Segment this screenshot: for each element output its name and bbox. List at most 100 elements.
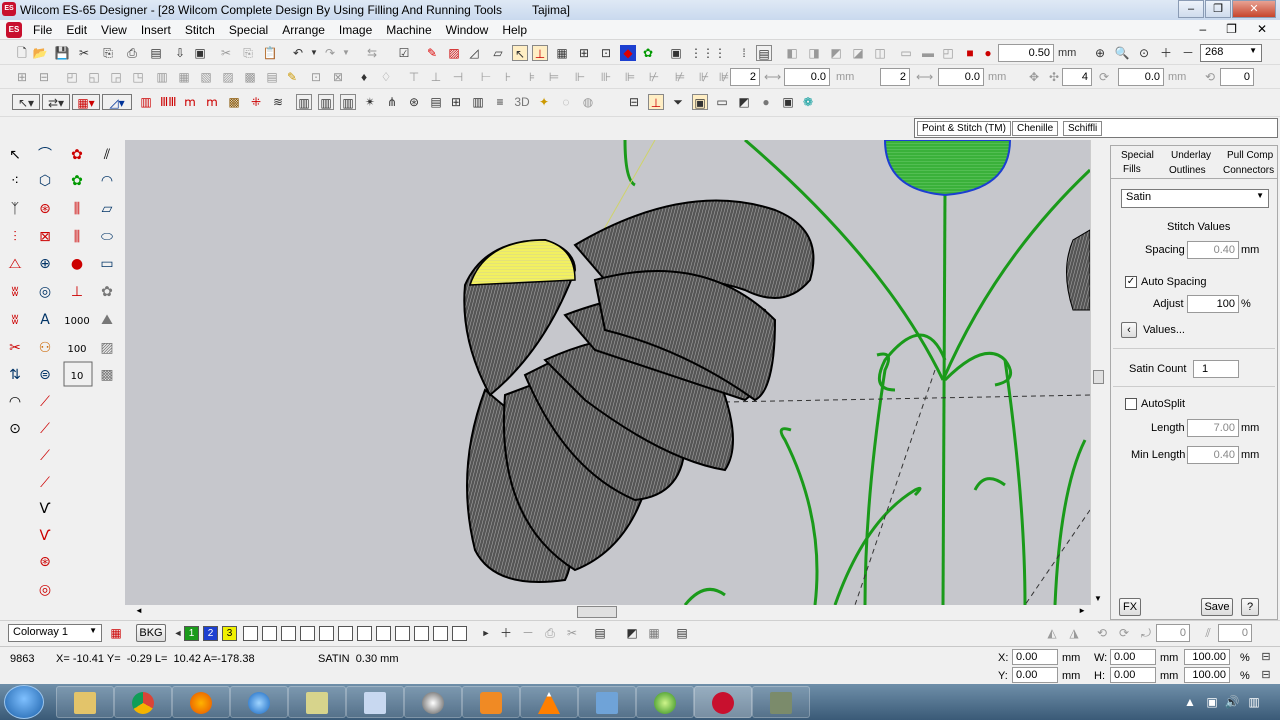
t2-spin1[interactable]: 2 — [730, 68, 760, 86]
tab-connectors[interactable]: Connectors — [1223, 165, 1274, 176]
t2-r-icon[interactable]: ⊤ — [406, 69, 422, 85]
taskbar-misc[interactable] — [752, 686, 810, 718]
skew-spin[interactable]: 0 — [1218, 624, 1252, 642]
bottle-icon[interactable]: ● — [71, 256, 83, 272]
outline-icon[interactable]: ◿ — [466, 45, 482, 61]
wave-icon[interactable]: ≋ — [270, 94, 286, 110]
funnel-icon[interactable]: ⏷ — [670, 94, 686, 110]
hoop-icon[interactable]: ⊞ — [576, 45, 592, 61]
align1-icon[interactable]: ◧ — [784, 45, 800, 61]
menu-image[interactable]: Image — [332, 23, 379, 37]
empty-swatch[interactable] — [243, 626, 258, 641]
t2-t-icon[interactable]: ⊣ — [450, 69, 466, 85]
t2-ac-icon[interactable]: ⊭ — [672, 69, 688, 85]
t2-m-icon[interactable]: ✎ — [284, 69, 300, 85]
remove-color-icon[interactable]: － — [520, 625, 536, 641]
w-field[interactable]: 0.00 — [1110, 649, 1156, 665]
vertical-scrollbar[interactable]: ▼ — [1090, 140, 1106, 605]
export-icon[interactable]: ⇩ — [172, 45, 188, 61]
select-object-icon[interactable]: ↖▾ — [12, 94, 40, 110]
thread-b-icon[interactable]: ▦ — [646, 625, 662, 641]
stamp-icon[interactable]: ◩ — [736, 94, 752, 110]
empty-swatch[interactable] — [281, 626, 296, 641]
arc-draw-icon[interactable]: ◠ — [101, 173, 113, 189]
cut-icon[interactable]: ✂ — [76, 45, 92, 61]
min-length-spin[interactable]: 0.40 — [1187, 446, 1239, 464]
arc-tool-icon[interactable]: ◠ — [9, 394, 21, 410]
t2-s-icon[interactable]: ⊥ — [428, 69, 444, 85]
length-spin[interactable]: 7.00 — [1187, 419, 1239, 437]
t2-spin6[interactable]: 0.0 — [1118, 68, 1164, 86]
worksheet-icon[interactable]: ▤ — [674, 625, 690, 641]
artistic-view-icon[interactable]: ◆ — [620, 45, 636, 61]
taskbar-outlook[interactable] — [346, 686, 404, 718]
tray-a-icon[interactable]: ▣ — [1204, 694, 1220, 710]
autosplit-checkbox[interactable] — [1125, 398, 1137, 410]
taskbar-wilcom[interactable] — [694, 686, 752, 718]
t2-k-icon[interactable]: ▩ — [242, 69, 258, 85]
flower-b-icon[interactable]: ✿ — [71, 173, 83, 189]
fill-b-icon[interactable]: ⊞ — [448, 94, 464, 110]
t2-aj-icon[interactable]: ⟳ — [1096, 69, 1112, 85]
tool-b-icon[interactable]: ⛰ — [101, 312, 113, 328]
vertical-scroll-thumb[interactable] — [1093, 370, 1104, 384]
colorful-view-icon[interactable]: ✿ — [640, 45, 656, 61]
check-icon[interactable]: ☑ — [396, 45, 412, 61]
thread-chart-icon[interactable]: ◩ — [624, 625, 640, 641]
values-label[interactable]: Values... — [1143, 324, 1185, 336]
monogram-icon[interactable]: ⚇ — [39, 340, 52, 356]
ball-icon[interactable]: ⊛ — [39, 554, 51, 570]
menu-file[interactable]: File — [26, 23, 59, 37]
needle-icon[interactable]: ✎ — [424, 45, 440, 61]
document-icon[interactable]: ES — [6, 21, 22, 38]
scroll-left-icon[interactable]: ◄ — [135, 606, 143, 615]
undo-dropdown-icon[interactable]: ▼ — [306, 45, 322, 61]
stipple-icon[interactable]: ⋔ — [384, 94, 400, 110]
lock-proportions-b-icon[interactable]: ⊟ — [1258, 667, 1274, 683]
view2-icon[interactable]: ⋮⋮ — [690, 45, 714, 61]
taskbar-itunes[interactable] — [404, 686, 462, 718]
taskbar-app5[interactable] — [288, 686, 346, 718]
flower-a-icon[interactable]: ✿ — [71, 147, 83, 163]
split-icon[interactable]: ⫶ — [13, 229, 17, 245]
zoom-fit-icon[interactable]: ⊕ — [1092, 45, 1108, 61]
t2-l-icon[interactable]: ▤ — [264, 69, 280, 85]
input-c-icon[interactable]: ⊛ — [39, 201, 51, 217]
t2-i-icon[interactable]: ▧ — [198, 69, 214, 85]
empty-swatch[interactable] — [414, 626, 429, 641]
t2-w-icon[interactable]: ⊧ — [524, 69, 540, 85]
rotate-a-icon[interactable]: ⟲ — [1094, 625, 1110, 641]
print-icon[interactable]: ⎙ — [124, 45, 140, 61]
network-icon[interactable]: ▥ — [1246, 694, 1262, 710]
color-swatch-1[interactable]: 1 — [184, 626, 199, 641]
reshape-icon[interactable]: ᛉ — [11, 201, 19, 217]
satin-count-spin[interactable]: 1 — [1193, 360, 1239, 378]
fill-a-icon[interactable]: ▤ — [428, 94, 444, 110]
tray-arrow-icon[interactable]: ▲ — [1182, 694, 1198, 710]
t2-d-icon[interactable]: ◱ — [86, 69, 102, 85]
preview-icon[interactable]: ▤ — [148, 45, 164, 61]
fill-type-select[interactable]: Satin ▼ — [1121, 189, 1269, 208]
t2-a-icon[interactable]: ⊞ — [14, 69, 30, 85]
align2-icon[interactable]: ◨ — [806, 45, 822, 61]
menu-help[interactable]: Help — [495, 23, 534, 37]
satin-fill-icon[interactable]: ▥ — [318, 94, 334, 110]
taskbar-vlc[interactable] — [520, 686, 578, 718]
lock-icon[interactable]: ⊟ — [626, 94, 642, 110]
menu-view[interactable]: View — [94, 23, 134, 37]
t2-g-icon[interactable]: ▥ — [154, 69, 170, 85]
empty-swatch[interactable] — [452, 626, 467, 641]
fancy-icon[interactable]: ⅿ — [182, 94, 198, 110]
cut2-icon[interactable]: ✂ — [218, 45, 234, 61]
design-canvas[interactable] — [125, 140, 1090, 605]
colorway-select[interactable]: Colorway 1 ▼ — [8, 624, 102, 642]
menu-edit[interactable]: Edit — [59, 23, 94, 37]
h-percent-field[interactable]: 100.00 — [1184, 667, 1230, 683]
align7-icon[interactable]: ▬ — [920, 45, 936, 61]
tab-chenille[interactable]: Chenille — [1012, 121, 1059, 136]
horizontal-scrollbar[interactable]: ◄ ► — [125, 605, 1090, 619]
scissors-icon[interactable]: ✂ — [9, 340, 21, 356]
stitch-export-icon[interactable]: ▣ — [192, 45, 208, 61]
satin-icon[interactable]: ▥ — [138, 94, 154, 110]
stitch-c-icon[interactable]: ⫼ — [74, 201, 80, 217]
